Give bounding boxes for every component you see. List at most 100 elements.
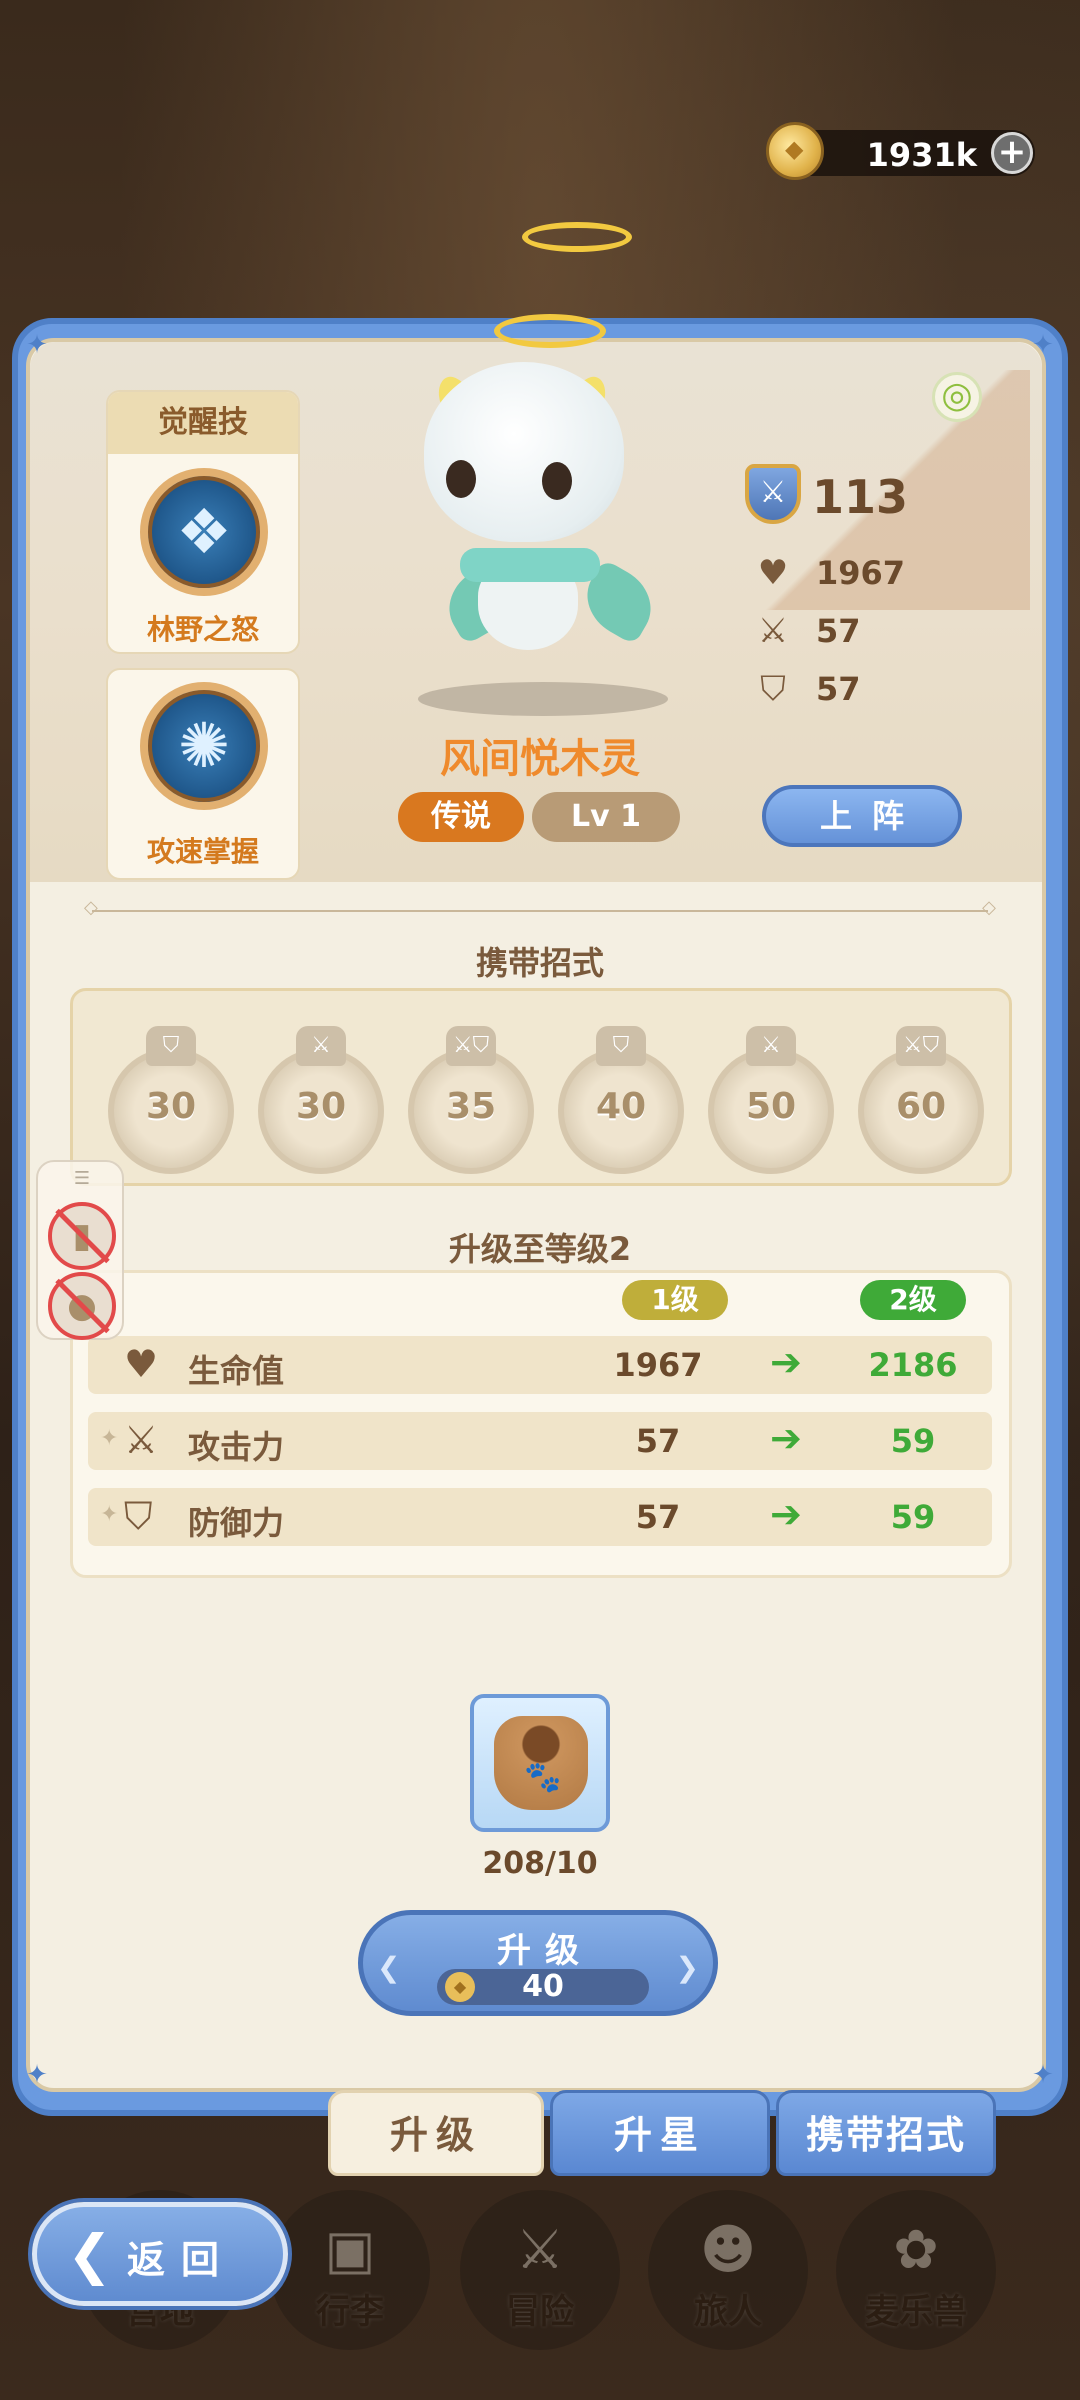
move-slot[interactable]: ⚔⛉ 35	[408, 1026, 534, 1174]
add-gold-button[interactable]: +	[991, 132, 1033, 174]
skill-name: 攻速掌握	[146, 835, 259, 868]
swords-icon: ⚔	[124, 1418, 159, 1462]
wolf-spirit-icon: ✺	[140, 682, 268, 810]
move-slot[interactable]: ⚔ 30	[258, 1026, 384, 1174]
shield-icon: ⛉	[596, 1026, 646, 1066]
stat-next: 2186	[868, 1346, 958, 1384]
table-row: ♥ 生命值 1967 ➔ 2186	[88, 1336, 992, 1394]
stat-label: 生命值	[188, 1352, 285, 1390]
pet-cat-icon: ✿	[893, 2218, 939, 2281]
swords-icon: ⚔	[515, 2218, 565, 2281]
tab-upgrade[interactable]: 升级	[328, 2090, 544, 2176]
defense-value: 57	[816, 670, 861, 708]
halo-icon	[522, 222, 632, 252]
nav-label: 行李	[316, 2292, 384, 2332]
awakening-skill-card[interactable]: 觉醒技 ❖ 林野之怒	[106, 390, 300, 654]
arrow-right-icon: ➔	[770, 1340, 802, 1384]
stat-current: 57	[635, 1498, 681, 1536]
stat-current: 57	[635, 1422, 681, 1460]
heart-icon: ♥	[757, 553, 789, 593]
back-arrow-icon: ❮	[67, 2223, 113, 2286]
heart-icon: ♥	[124, 1342, 159, 1386]
wind-swirl-icon[interactable]: ◎	[932, 372, 982, 422]
shield-icon: ⛉	[124, 1494, 153, 1538]
section-divider	[84, 897, 996, 918]
upgrade-button-label: 升级	[497, 1931, 593, 1971]
upgrade-cost-value: 40	[522, 1969, 564, 2004]
swords-shield-icon: ⚔⛉	[446, 1026, 496, 1066]
gold-currency-bar: 1931k +	[766, 122, 1035, 180]
rarity-badge: 传说	[398, 792, 524, 842]
combat-power-icon: ⚔	[745, 464, 801, 524]
corner-ornament-icon: ✦	[1032, 330, 1054, 360]
hp-value: 1967	[816, 554, 906, 592]
pet-eye	[542, 462, 572, 500]
food-bag-icon	[494, 1716, 588, 1810]
moves-section-title: 携带招式	[475, 944, 604, 982]
table-row: ✦ ⛉ 防御力 57 ➔ 59	[88, 1488, 992, 1546]
pet-scarf	[460, 548, 600, 582]
gold-coin-icon	[766, 122, 824, 180]
pet-eye	[446, 460, 476, 498]
shield-icon: ⛉	[760, 669, 786, 709]
move-slot[interactable]: ⚔ 50	[708, 1026, 834, 1174]
table-row: ✦ ⚔ 攻击力 57 ➔ 59	[88, 1412, 992, 1470]
mic-muted-icon[interactable]: ●	[48, 1272, 116, 1340]
speaker-muted-icon[interactable]: ▮	[48, 1202, 116, 1270]
arrow-right-icon: ➔	[770, 1492, 802, 1536]
drag-handle-icon[interactable]: ☰	[64, 1168, 100, 1189]
tab-moves[interactable]: 携带招式	[776, 2090, 996, 2176]
combat-power-value: 113	[812, 470, 909, 524]
sparkle-icon: ✦	[100, 1502, 119, 1527]
move-slot[interactable]: ⛉ 40	[558, 1026, 684, 1174]
stat-label: 攻击力	[188, 1428, 285, 1466]
move-unlock-level: 30	[295, 1086, 347, 1127]
stat-next: 59	[890, 1422, 936, 1460]
owl-spirit-icon: ❖	[140, 468, 268, 596]
pet-name: 风间悦木灵	[440, 736, 640, 782]
corner-ornament-icon: ✦	[26, 2060, 48, 2090]
awakening-skill-header: 觉醒技	[108, 392, 298, 454]
stat-current: 1967	[613, 1346, 703, 1384]
pet-model[interactable]	[424, 362, 624, 542]
stat-next: 59	[890, 1498, 936, 1536]
item-count: 208/10	[482, 1846, 598, 1881]
gold-amount: 1931k	[866, 136, 977, 174]
swords-icon: ⚔	[757, 611, 789, 651]
tab-star-up[interactable]: 升星	[550, 2090, 770, 2176]
swords-shield-icon: ⚔⛉	[896, 1026, 946, 1066]
floating-media-widget[interactable]: ☰ ▮ ●	[36, 1160, 124, 1340]
back-button[interactable]: ❮ 返回	[32, 2202, 288, 2306]
attack-value: 57	[816, 612, 861, 650]
backpack-icon: ▣	[324, 2218, 376, 2281]
move-slot[interactable]: ⚔⛉ 60	[858, 1026, 984, 1174]
move-unlock-level: 50	[745, 1086, 797, 1127]
skill-name: 林野之怒	[146, 613, 259, 646]
upgrade-cost: ◆ 40	[437, 1969, 649, 2005]
pet-food-item[interactable]	[470, 1694, 610, 1832]
current-level-pill: 1级	[622, 1280, 728, 1320]
pet-shadow	[418, 682, 668, 716]
corner-ornament-icon: ✦	[1032, 2060, 1054, 2090]
arrow-right-icon: ➔	[770, 1416, 802, 1460]
move-unlock-level: 60	[895, 1086, 947, 1127]
person-icon: ☻	[699, 2218, 757, 2281]
corner-ornament-icon: ✦	[26, 330, 48, 360]
move-unlock-level: 40	[595, 1086, 647, 1127]
skill-card[interactable]: ✺ 攻速掌握	[106, 668, 300, 880]
nav-label: 旅人	[694, 2292, 762, 2332]
stat-label: 防御力	[188, 1504, 285, 1542]
move-unlock-level: 30	[145, 1086, 197, 1127]
next-level-pill: 2级	[860, 1280, 966, 1320]
sparkle-icon: ✦	[100, 1426, 119, 1451]
nav-label: 麦乐兽	[865, 2292, 967, 2332]
upgrade-button[interactable]: ❮ ❯ 升级 ◆ 40	[358, 1910, 718, 2016]
move-slot[interactable]: ⛉ 30	[108, 1026, 234, 1174]
upgrade-section-title: 升级至等级2	[448, 1230, 632, 1268]
swords-icon: ⚔	[746, 1026, 796, 1066]
pet-halo-icon	[494, 314, 606, 348]
deploy-button[interactable]: 上阵	[762, 785, 962, 847]
back-button-label: 返回	[127, 2238, 236, 2282]
shield-icon: ⛉	[146, 1026, 196, 1066]
level-badge: Lv 1	[532, 792, 680, 842]
